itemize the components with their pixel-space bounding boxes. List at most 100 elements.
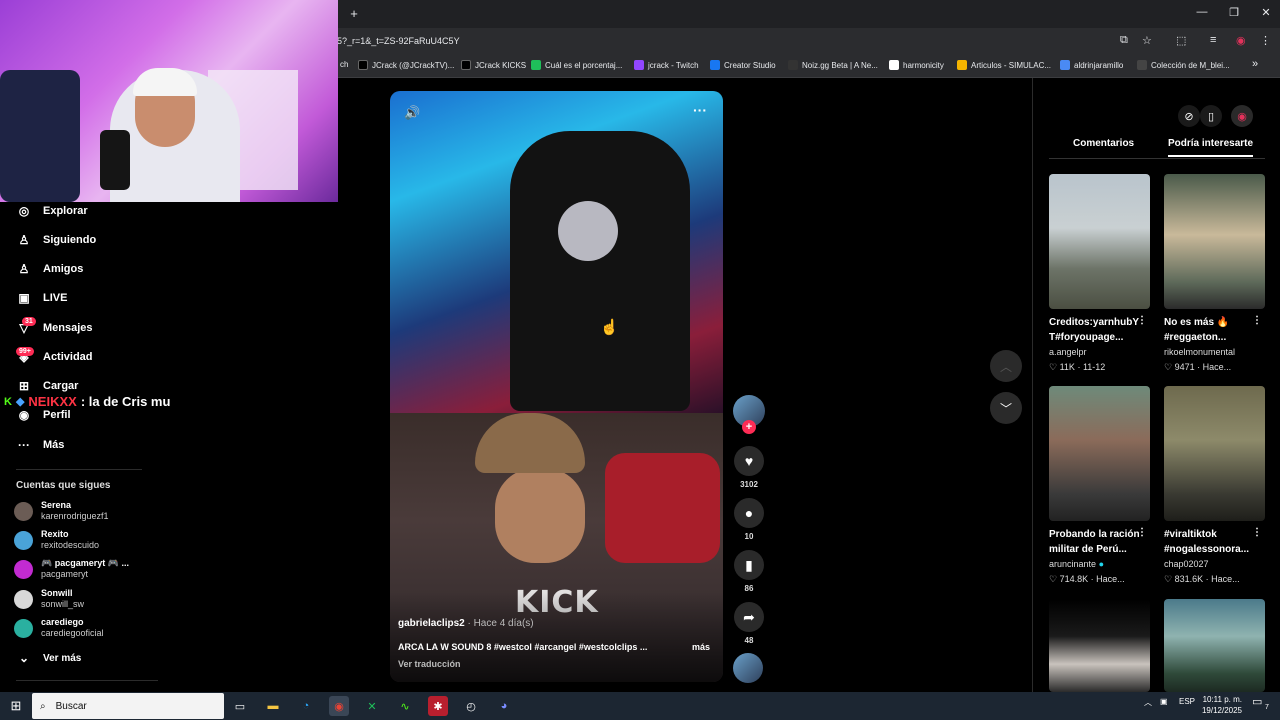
card-author[interactable]: chap02027: [1164, 559, 1266, 569]
card-title[interactable]: #viraltiktok #nogalessonora...: [1164, 527, 1256, 557]
discord-icon[interactable]: ◕: [494, 696, 514, 716]
language-indicator[interactable]: ESP: [1179, 697, 1195, 706]
video-player[interactable]: KICK 🔊 ··· gabrielaclips2 · Hace 4 día(s…: [390, 91, 723, 682]
close-icon[interactable]: ✕: [1258, 6, 1274, 19]
suggested-video-card[interactable]: Creditos:yarnhubY T#foryoupage... ⋮ a.ange…: [1049, 174, 1151, 373]
excel-icon[interactable]: ✕: [362, 696, 382, 716]
sound-avatar[interactable]: [733, 653, 763, 683]
maximize-icon[interactable]: ❐: [1226, 6, 1242, 19]
volume-icon[interactable]: 🔊: [404, 105, 420, 121]
video-thumbnail[interactable]: [1164, 599, 1265, 692]
previous-video-button[interactable]: ︿: [990, 350, 1022, 382]
sidebar-item-live[interactable]: ▣ LIVE: [16, 290, 67, 306]
card-author[interactable]: a.angelpr: [1049, 347, 1151, 357]
extensions-icon[interactable]: ⬚: [1176, 34, 1186, 47]
share-button[interactable]: ➦ 48: [733, 602, 765, 645]
follow-plus-icon[interactable]: +: [742, 420, 756, 434]
bookmark[interactable]: JCrack KICKS: [461, 60, 526, 70]
file-explorer-icon[interactable]: ▬: [263, 696, 283, 716]
avatar-icon[interactable]: ◉: [1231, 105, 1253, 127]
suggested-video-card[interactable]: #viraltiktok #nogalessonora... ⋮ chap02027…: [1164, 386, 1266, 585]
video-author[interactable]: gabrielaclips2 · Hace 4 día(s): [398, 618, 534, 629]
bookmark[interactable]: Noiz.gg Beta | A Ne...: [788, 60, 878, 70]
sidebar-item-cargar[interactable]: ⊞ Cargar: [16, 378, 79, 394]
noiz-icon: [788, 60, 798, 70]
bookmark[interactable]: aldrinjaramillo: [1060, 60, 1123, 70]
comment-button[interactable]: ● 10: [733, 498, 765, 541]
more-options-icon[interactable]: ⋮: [1137, 315, 1147, 326]
suggested-video-card[interactable]: [1164, 599, 1266, 692]
followed-account[interactable]: carediego carediegooficial: [14, 617, 104, 639]
windows-start-icon[interactable]: ⊞: [6, 696, 26, 716]
new-tab-icon[interactable]: +: [346, 6, 362, 21]
task-view-icon[interactable]: ▭: [230, 696, 250, 716]
tray-chevron-icon[interactable]: ︿: [1144, 697, 1152, 708]
followed-account[interactable]: 🎮 pacgameryt 🎮 ... pacgameryt: [14, 558, 129, 580]
suggested-video-card[interactable]: Probando la ración militar de Perú... ⋮ ar…: [1049, 386, 1151, 585]
bookmark[interactable]: Colección de M_blei...: [1137, 60, 1230, 70]
device-icon[interactable]: ▯: [1200, 105, 1222, 127]
notification-icon[interactable]: ▭: [1252, 695, 1262, 708]
sidebar-item-mas[interactable]: ··· Más: [16, 437, 64, 453]
kick-icon: K: [4, 395, 12, 408]
clock[interactable]: 10:11 p. m. 19/12/2025: [1200, 694, 1242, 716]
app-icon[interactable]: ✱: [428, 696, 448, 716]
sidebar-item-amigos[interactable]: ♙ Amigos: [16, 261, 84, 277]
profile-avatar-icon[interactable]: ◉: [1236, 34, 1246, 47]
more-link[interactable]: más: [692, 642, 710, 652]
video-thumbnail[interactable]: [1049, 599, 1150, 692]
more-options-icon[interactable]: ···: [693, 102, 707, 118]
video-thumbnail[interactable]: [1049, 174, 1150, 309]
video-thumbnail[interactable]: [1164, 386, 1265, 521]
tab-suggested[interactable]: Podría interesarte: [1168, 138, 1254, 157]
followed-account[interactable]: Sonwill sonwill_sw: [14, 588, 84, 610]
tab-comments[interactable]: Comentarios: [1073, 138, 1134, 149]
bookmark[interactable]: ch: [340, 60, 348, 69]
obs-waveform-icon[interactable]: ∿: [395, 696, 415, 716]
menu-dots-icon[interactable]: ⋮: [1260, 34, 1271, 47]
sidebar-item-perfil[interactable]: ◉ Perfil: [16, 407, 71, 423]
card-author[interactable]: aruncinante ●: [1049, 559, 1151, 569]
compass-icon[interactable]: ⊘: [1178, 105, 1200, 127]
next-video-button[interactable]: ﹀: [990, 392, 1022, 424]
bookmark[interactable]: jcrack - Twitch: [634, 60, 699, 70]
card-title[interactable]: Probando la ración militar de Perú...: [1049, 527, 1141, 557]
media-icon[interactable]: ≡: [1210, 34, 1216, 46]
followed-account[interactable]: Serena karenrodriguezf1: [14, 500, 109, 522]
url-text[interactable]: 5?_r=1&_t=ZS-92FaRuU4C5Y: [337, 36, 460, 46]
card-author[interactable]: rikoelmonumental: [1164, 347, 1266, 357]
creator-avatar[interactable]: +: [733, 395, 765, 434]
sidebar-item-label: Actividad: [43, 351, 93, 363]
bookmark[interactable]: JCrack (@JCrackTV)...: [358, 60, 454, 70]
translate-link[interactable]: Ver traducción: [398, 659, 461, 669]
chrome-icon[interactable]: ◉: [329, 696, 349, 716]
suggested-video-card[interactable]: [1049, 599, 1151, 692]
speedometer-icon[interactable]: ◴: [461, 696, 481, 716]
followed-account[interactable]: Rexito rexitodescuido: [14, 529, 99, 551]
bookmark[interactable]: harmonicity: [889, 60, 944, 70]
see-more-link[interactable]: ⌄ Ver más: [16, 650, 81, 666]
star-icon[interactable]: ☆: [1142, 34, 1152, 47]
more-options-icon[interactable]: ⋮: [1252, 527, 1262, 538]
card-title[interactable]: No es más 🔥 #reggaeton...: [1164, 315, 1256, 345]
sidebar-item-explorar[interactable]: ◎ Explorar: [16, 203, 88, 219]
save-button[interactable]: ▮ 86: [733, 550, 765, 593]
sidebar-item-label: Mensajes: [43, 322, 93, 334]
bookmark[interactable]: Creator Studio: [710, 60, 776, 70]
suggested-video-card[interactable]: No es más 🔥 #reggaeton... ⋮ rikoelmonument…: [1164, 174, 1266, 373]
bookmark[interactable]: Cuál es el porcentaj...: [531, 60, 622, 70]
more-options-icon[interactable]: ⋮: [1252, 315, 1262, 326]
taskbar-search[interactable]: ⌕ Buscar: [32, 693, 224, 719]
more-options-icon[interactable]: ⋮: [1137, 527, 1147, 538]
bookmark[interactable]: Articulos - SIMULAC...: [957, 60, 1051, 70]
outlook-icon[interactable]: ◔: [296, 696, 316, 716]
bookmarks-overflow[interactable]: »: [1252, 58, 1258, 70]
network-icon[interactable]: ▣: [1160, 697, 1168, 706]
sidebar-item-siguiendo[interactable]: ♙ Siguiendo: [16, 232, 97, 248]
video-thumbnail[interactable]: [1164, 174, 1265, 309]
install-app-icon[interactable]: ⧉: [1120, 34, 1128, 47]
like-button[interactable]: ♥ 3102: [733, 446, 765, 489]
minimize-icon[interactable]: —: [1194, 6, 1210, 18]
card-title[interactable]: Creditos:yarnhubY T#foryoupage...: [1049, 315, 1141, 345]
video-thumbnail[interactable]: [1049, 386, 1150, 521]
